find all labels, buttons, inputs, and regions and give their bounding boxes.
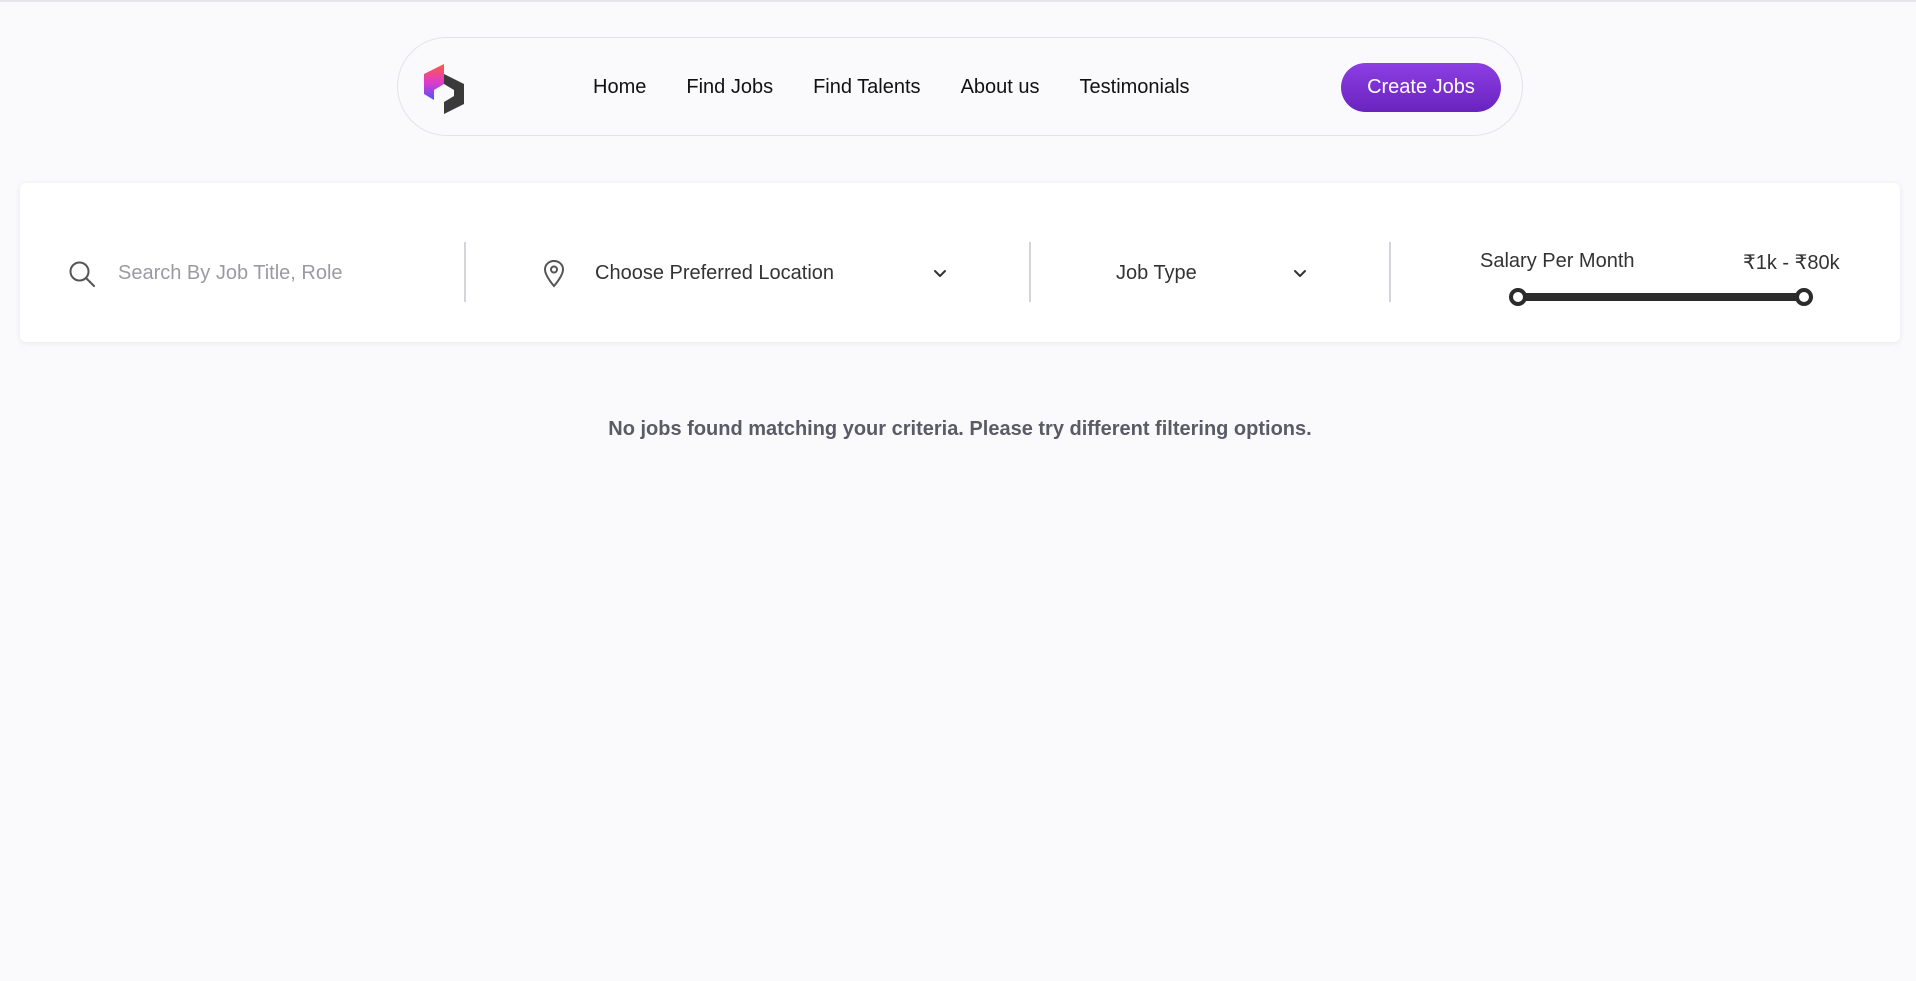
nav-find-talents-link[interactable]: Find Talents	[813, 76, 920, 99]
job-type-select[interactable]: Job Type	[1116, 262, 1197, 285]
filter-divider	[464, 242, 466, 302]
location-select[interactable]: Choose Preferred Location	[595, 262, 834, 285]
nav-home-link[interactable]: Home	[593, 76, 646, 99]
job-search-input[interactable]	[118, 253, 458, 293]
create-jobs-button[interactable]: Create Jobs	[1341, 63, 1501, 112]
nav-about-link[interactable]: About us	[961, 76, 1040, 99]
chevron-down-icon[interactable]	[933, 269, 947, 279]
salary-range-value: ₹1k - ₹80k	[1743, 252, 1840, 274]
location-pin-icon	[543, 259, 565, 288]
filter-divider	[1389, 242, 1391, 302]
top-divider	[0, 0, 1916, 2]
salary-slider-min-handle[interactable]	[1509, 288, 1527, 306]
nav-testimonials-link[interactable]: Testimonials	[1080, 76, 1190, 99]
brand-logo-icon[interactable]	[420, 62, 468, 114]
filter-divider	[1029, 242, 1031, 302]
salary-slider-track[interactable]	[1518, 293, 1804, 301]
no-results-message: No jobs found matching your criteria. Pl…	[608, 418, 1312, 440]
nav-find-jobs-link[interactable]: Find Jobs	[686, 76, 773, 99]
chevron-down-icon[interactable]	[1293, 269, 1307, 279]
search-icon	[69, 261, 95, 287]
nav-links: Home Find Jobs Find Talents About us Tes…	[593, 38, 1230, 137]
salary-label: Salary Per Month	[1480, 250, 1635, 272]
salary-slider-max-handle[interactable]	[1795, 288, 1813, 306]
job-filter-bar: Choose Preferred Location Job Type Salar…	[20, 183, 1900, 342]
top-navbar: Home Find Jobs Find Talents About us Tes…	[397, 37, 1523, 136]
